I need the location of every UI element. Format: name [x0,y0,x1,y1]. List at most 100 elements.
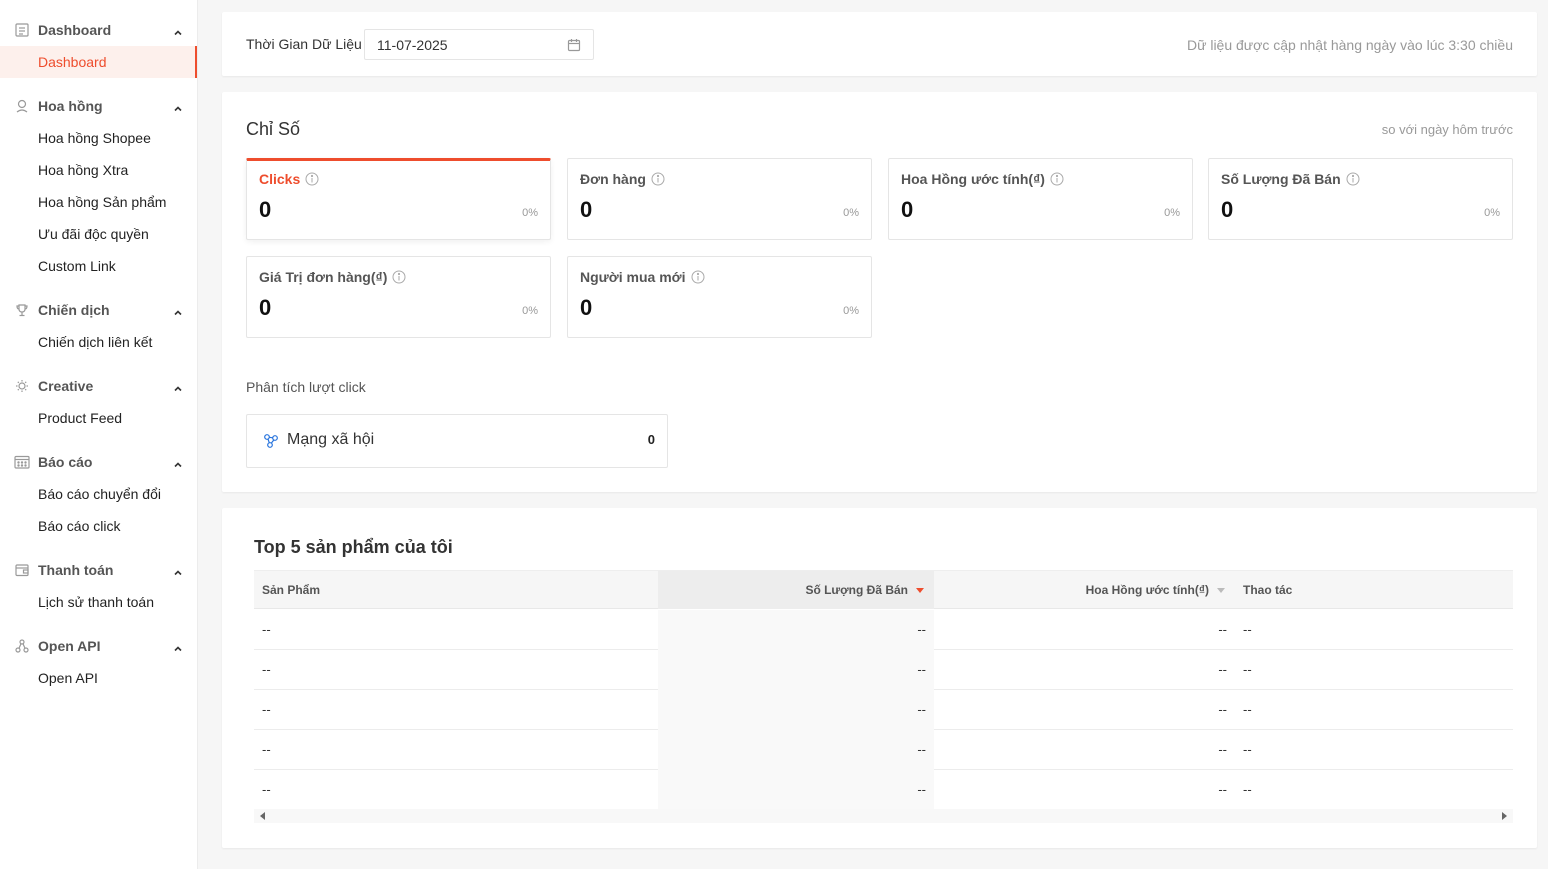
table-row: -- -- -- -- [254,610,1513,650]
sidebar-item-open-api[interactable]: Open API [0,662,197,694]
sidebar-group-header-payment[interactable]: Thanh toán [0,554,197,586]
sidebar-item-dashboard[interactable]: Dashboard [0,46,197,78]
sidebar-item-product-feed[interactable]: Product Feed [0,402,197,434]
sidebar-item-xtra-commission[interactable]: Hoa hồng Xtra [0,154,197,186]
metric-value: 0 [580,197,593,222]
cell-action: -- [1243,782,1252,797]
sidebar-item-click-report[interactable]: Báo cáo click [0,510,197,542]
column-header-commission[interactable]: Hoa Hồng ước tính(₫) [934,571,1235,609]
metric-label-row: Đơn hàng [580,171,665,187]
metric-card-order-value[interactable]: Giá Trị đơn hàng(₫) 0 0% [246,256,551,338]
cell-product: -- [262,782,271,797]
cell-action: -- [1243,702,1252,717]
column-header-sold-label: Số Lượng Đã Bán [805,583,908,597]
cell-sold: -- [658,730,934,770]
chevron-up-icon[interactable] [173,381,183,392]
cell-product: -- [262,622,271,637]
sidebar-group-label: Creative [38,378,94,394]
metrics-compare-note: so với ngày hôm trước [1381,122,1513,137]
chevron-up-icon[interactable] [173,101,183,112]
channel-label: Mạng xã hội [287,431,375,448]
metric-change: 0% [1484,207,1500,219]
column-header-sold[interactable]: Số Lượng Đã Bán [658,571,934,609]
date-filter-label: Thời Gian Dữ Liệu [246,36,362,52]
dashboard-icon [14,22,30,38]
cell-commission: -- [1218,662,1227,677]
metric-change: 0% [843,207,859,219]
cell-action: -- [1243,742,1252,757]
chevron-up-icon[interactable] [173,305,183,316]
sidebar-group-header-dashboard[interactable]: Dashboard [0,14,197,46]
info-icon[interactable] [651,172,665,186]
sidebar-item-conversion-report[interactable]: Báo cáo chuyển đổi [0,478,197,510]
metric-label-row: Clicks [259,171,319,187]
metrics-card: Chỉ Số so với ngày hôm trước Clicks 0 0%… [222,92,1537,492]
cell-action: -- [1243,662,1252,677]
chevron-up-icon[interactable] [173,641,183,652]
metric-label-row: Người mua mới [580,269,705,285]
sidebar-item-custom-link[interactable]: Custom Link [0,250,197,282]
metric-card-orders[interactable]: Đơn hàng 0 0% [567,158,872,240]
metric-label: Clicks [259,171,301,187]
table-row: -- -- -- -- [254,770,1513,810]
sidebar-group-header-open-api[interactable]: Open API [0,630,197,662]
cell-sold: -- [658,690,934,730]
sidebar-group-header-reports[interactable]: Báo cáo [0,446,197,478]
metric-label-row: Giá Trị đơn hàng(₫) [259,269,406,285]
api-icon [14,638,30,654]
chevron-up-icon[interactable] [173,25,183,36]
info-icon[interactable] [691,270,705,284]
sidebar-group-payment: Thanh toán Lịch sử thanh toán [0,554,197,618]
info-icon[interactable] [305,172,319,186]
lightbulb-icon [14,378,30,394]
metric-value: 0 [259,295,272,320]
sidebar-item-shopee-commission[interactable]: Hoa hồng Shopee [0,122,197,154]
sidebar-item-payment-history[interactable]: Lịch sử thanh toán [0,586,197,618]
sidebar-group-header-commission[interactable]: Hoa hồng [0,90,197,122]
metric-change: 0% [522,207,538,219]
sidebar-group-label: Open API [38,638,101,654]
horizontal-scrollbar[interactable] [254,809,1513,823]
metric-card-items-sold[interactable]: Số Lượng Đã Bán 0 0% [1208,158,1513,240]
calendar-icon[interactable] [567,38,581,52]
info-icon[interactable] [392,270,406,284]
metric-card-new-buyers[interactable]: Người mua mới 0 0% [567,256,872,338]
date-picker-input[interactable]: 11-07-2025 [364,29,594,60]
data-update-note: Dữ liệu được cập nhật hàng ngày vào lúc … [1186,37,1513,53]
cell-product: -- [262,662,271,677]
sort-desc-icon[interactable] [916,588,924,594]
scroll-right-arrow-icon[interactable] [1502,812,1507,820]
sidebar-group-header-campaign[interactable]: Chiến dịch [0,294,197,326]
sidebar-group-label: Dashboard [38,22,112,38]
scroll-left-arrow-icon[interactable] [260,812,265,820]
info-icon[interactable] [1346,172,1360,186]
metric-card-clicks[interactable]: Clicks 0 0% [246,158,551,240]
date-filter-card: Thời Gian Dữ Liệu 11-07-2025 Dữ liệu đượ… [222,12,1537,76]
sidebar-group-label: Báo cáo [38,454,93,470]
sidebar-group-label: Chiến dịch [38,302,110,318]
social-network-icon [263,433,279,449]
cell-action: -- [1243,622,1252,637]
cell-sold: -- [658,610,934,650]
sidebar-group-reports: Báo cáo Báo cáo chuyển đổi Báo cáo click [0,446,197,542]
top-products-title: Top 5 sản phẩm của tôi [254,537,453,557]
sort-icon[interactable] [1217,588,1225,594]
cell-commission: -- [1218,742,1227,757]
metric-value: 0 [1221,197,1234,222]
column-header-product: Sản Phẩm [262,583,321,597]
metrics-title: Chỉ Số [246,119,301,139]
sidebar-item-product-commission[interactable]: Hoa hồng Sản phẩm [0,186,197,218]
metric-value: 0 [259,197,272,222]
chevron-up-icon[interactable] [173,457,183,468]
metric-card-estimated-commission[interactable]: Hoa Hồng ước tính(₫) 0 0% [888,158,1193,240]
column-header-commission-label: Hoa Hồng ước tính(₫) [1085,583,1209,597]
social-network-channel[interactable]: Mạng xã hội 0 [246,414,668,468]
cell-product: -- [262,702,271,717]
sidebar-item-affiliate-campaign[interactable]: Chiến dịch liên kết [0,326,197,358]
sidebar-group-label: Thanh toán [38,562,114,578]
sidebar-item-exclusive-offers[interactable]: Ưu đãi độc quyền [0,218,197,250]
info-icon[interactable] [1050,172,1064,186]
sidebar-group-header-creative[interactable]: Creative [0,370,197,402]
sidebar-group-commission: Hoa hồng Hoa hồng Shopee Hoa hồng Xtra H… [0,90,197,282]
chevron-up-icon[interactable] [173,565,183,576]
